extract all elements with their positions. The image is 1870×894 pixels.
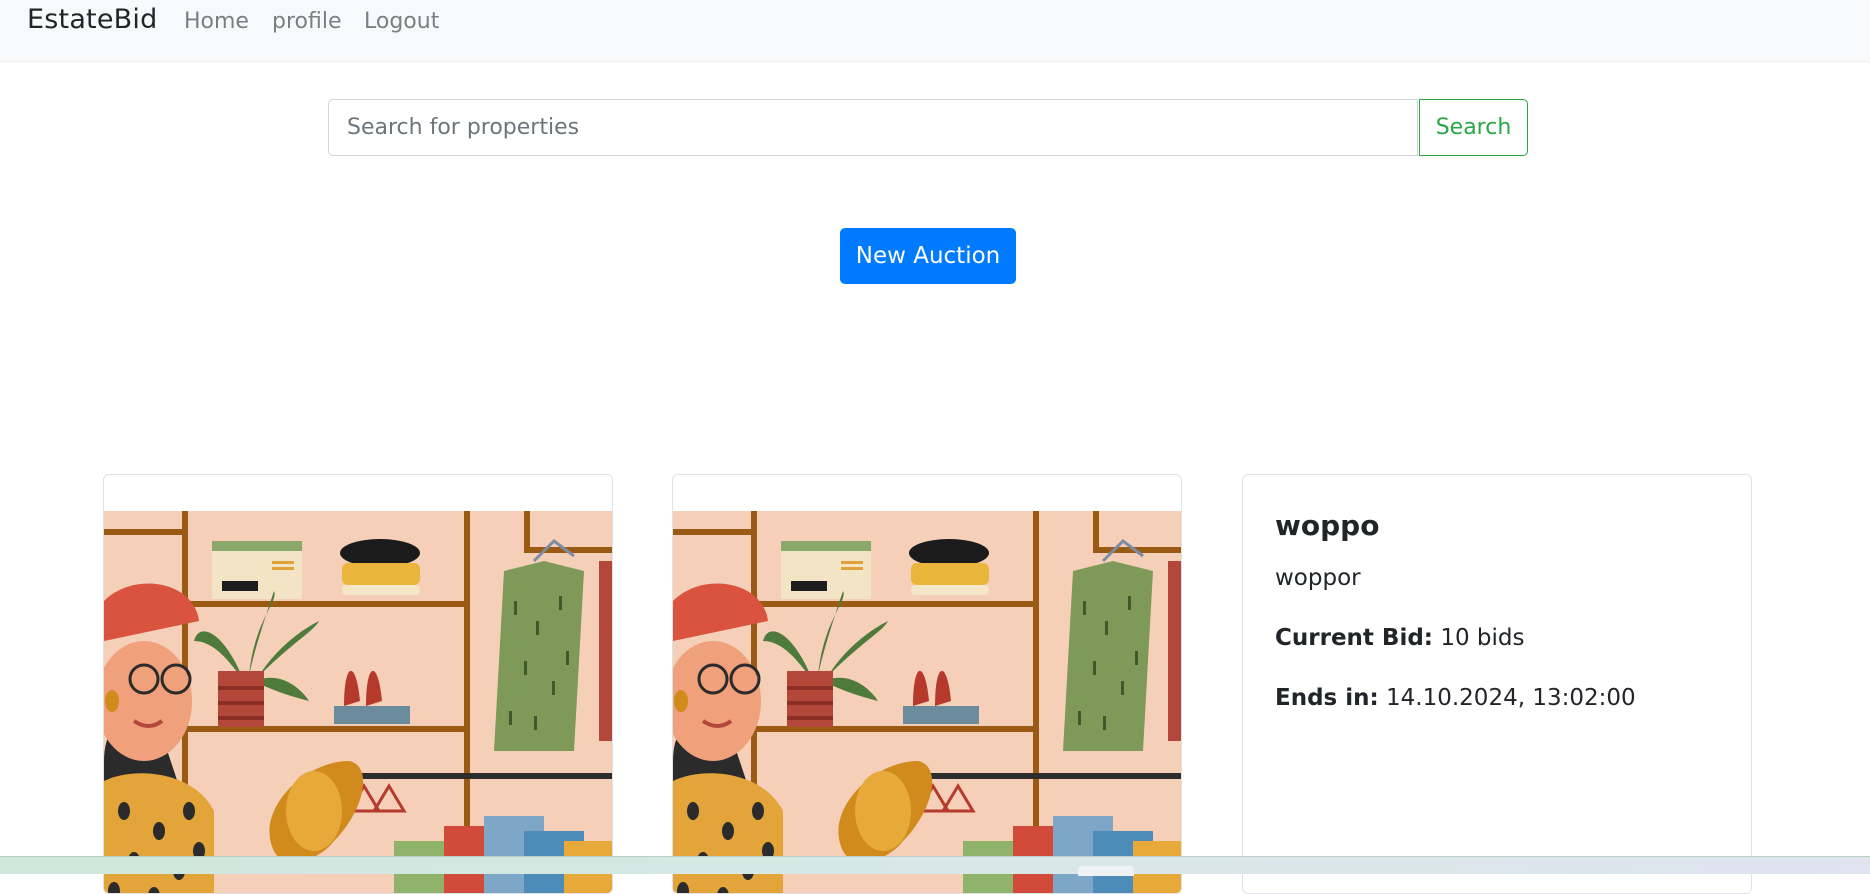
nav-link-home[interactable]: Home	[184, 9, 249, 34]
ends-in-value: 14.10.2024, 13:02:00	[1386, 685, 1636, 711]
card-title[interactable]: woppo	[1275, 509, 1379, 542]
ends-in: Ends in: 14.10.2024, 13:02:00	[1275, 685, 1636, 711]
auction-card[interactable]	[103, 474, 613, 894]
taskbar-strip	[0, 856, 1870, 874]
auction-card[interactable]: woppo woppor Current Bid: 10 bids Ends i…	[1242, 474, 1752, 894]
nav-link-profile[interactable]: profile	[272, 9, 342, 34]
nav-link-logout[interactable]: Logout	[364, 9, 439, 34]
listing-image[interactable]	[104, 511, 612, 894]
current-bid-label: Current Bid:	[1275, 625, 1433, 651]
auction-card[interactable]	[672, 474, 1182, 894]
card-description: woppor	[1275, 565, 1361, 591]
search-button[interactable]: Search	[1419, 99, 1528, 156]
taskbar-tab[interactable]	[1078, 866, 1134, 876]
brand-logo[interactable]: EstateBid	[27, 4, 157, 35]
listing-image[interactable]	[673, 511, 1181, 894]
current-bid-value: 10 bids	[1440, 625, 1525, 651]
current-bid: Current Bid: 10 bids	[1275, 625, 1524, 651]
navbar: EstateBid Home profile Logout	[0, 0, 1870, 62]
search-input[interactable]	[328, 99, 1418, 156]
new-auction-button[interactable]: New Auction	[840, 228, 1016, 284]
ends-in-label: Ends in:	[1275, 685, 1379, 711]
